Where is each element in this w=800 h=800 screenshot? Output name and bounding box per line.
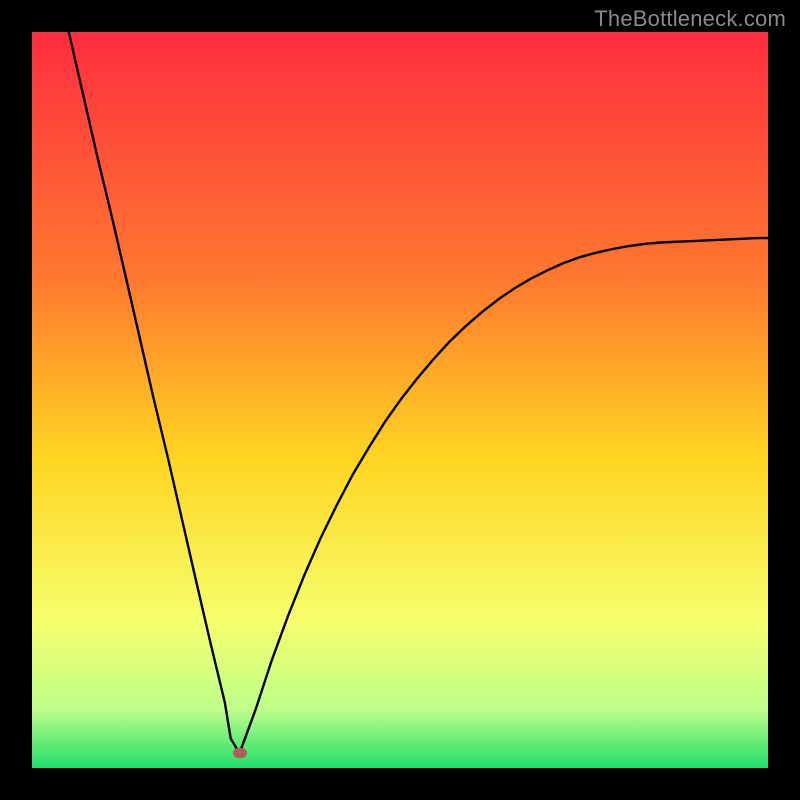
chart-frame: TheBottleneck.com <box>0 0 800 800</box>
vertex-marker <box>233 748 247 758</box>
attribution-label: TheBottleneck.com <box>594 6 786 32</box>
bottleneck-curve <box>32 32 768 768</box>
plot-area <box>32 32 768 768</box>
